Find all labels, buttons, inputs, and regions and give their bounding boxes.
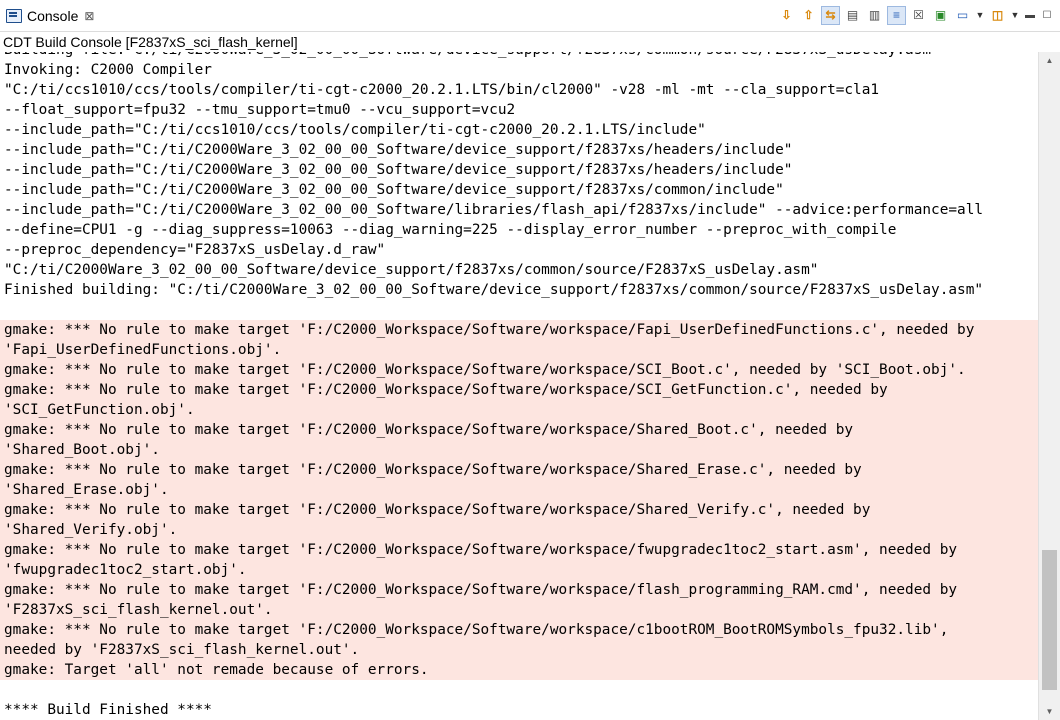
error-line: gmake: *** No rule to make target 'F:/C2… (0, 580, 1038, 600)
new-console-icon[interactable]: ◫ (988, 6, 1007, 25)
minimize-icon[interactable]: ▬ (1023, 6, 1037, 25)
console-view-header: Console ⊠ ⇩ ⇧ ⇆ ▤ ▥ ≡ ☒ ▣ ▭ ▼ ◫ ▼ ▬ ☐ (0, 0, 1060, 32)
output-line: --include_path="C:/ti/C2000Ware_3_02_00_… (4, 162, 793, 178)
output-line: Building file: C:/ti/C2000Ware_3_02_00_0… (0, 52, 1038, 60)
vertical-scrollbar[interactable]: ▲ ▼ (1038, 52, 1060, 720)
output-line: Invoking: C2000 Compiler (4, 62, 212, 78)
error-line: gmake: *** No rule to make target 'F:/C2… (0, 500, 1038, 520)
error-line: needed by 'F2837xS_sci_flash_kernel.out'… (0, 640, 1038, 660)
scroll-lock-icon[interactable]: ▥ (865, 6, 884, 25)
console-toolbar: ⇩ ⇧ ⇆ ▤ ▥ ≡ ☒ ▣ ▭ ▼ ◫ ▼ ▬ ☐ (777, 4, 1054, 26)
error-line: gmake: *** No rule to make target 'F:/C2… (0, 420, 1038, 440)
output-line: --float_support=fpu32 --tmu_support=tmu0… (4, 102, 516, 118)
tab-console-label: Console (27, 7, 79, 24)
error-line: 'F2837xS_sci_flash_kernel.out'. (0, 600, 1038, 620)
close-icon[interactable]: ⊠ (84, 9, 94, 23)
output-line: --include_path="C:/ti/C2000Ware_3_02_00_… (4, 142, 793, 158)
arrow-up-icon[interactable]: ⇧ (799, 6, 818, 25)
error-line: 'Fapi_UserDefinedFunctions.obj'. (0, 340, 1038, 360)
console-title: CDT Build Console [F2837xS_sci_flash_ker… (3, 34, 298, 50)
error-line: 'Shared_Verify.obj'. (0, 520, 1038, 540)
error-line: 'fwupgradec1toc2_start.obj'. (0, 560, 1038, 580)
error-line: gmake: *** No rule to make target 'F:/C2… (0, 540, 1038, 560)
output-line: "C:/ti/C2000Ware_3_02_00_00_Software/dev… (4, 262, 819, 278)
pin-console-icon[interactable]: ▣ (931, 6, 950, 25)
arrow-down-icon[interactable]: ⇩ (777, 6, 796, 25)
output-line: --preproc_dependency="F2837xS_usDelay.d_… (4, 242, 386, 258)
error-line: gmake: *** No rule to make target 'F:/C2… (0, 460, 1038, 480)
error-line: gmake: *** No rule to make target 'F:/C2… (0, 360, 1038, 380)
error-line: 'Shared_Boot.obj'. (0, 440, 1038, 460)
console-icon (6, 8, 22, 23)
console-output[interactable]: Building file: C:/ti/C2000Ware_3_02_00_0… (0, 52, 1038, 720)
chevron-down-icon[interactable]: ▼ (975, 6, 985, 25)
error-line: gmake: *** No rule to make target 'F:/C2… (0, 380, 1038, 400)
error-line: gmake: Target 'all' not remade because o… (0, 660, 1038, 680)
scroll-down-icon[interactable]: ▼ (1039, 703, 1060, 720)
maximize-icon[interactable]: ☐ (1040, 6, 1054, 25)
output-line: --include_path="C:/ti/C2000Ware_3_02_00_… (4, 182, 784, 198)
output-line: Finished building: "C:/ti/C2000Ware_3_02… (4, 282, 984, 298)
output-line: --include_path="C:/ti/ccs1010/ccs/tools/… (4, 122, 706, 138)
scroll-up-icon[interactable]: ▲ (1039, 52, 1060, 69)
output-line: **** Build Finished **** (4, 702, 212, 718)
error-line: 'Shared_Erase.obj'. (0, 480, 1038, 500)
output-line: --include_path="C:/ti/C2000Ware_3_02_00_… (4, 202, 984, 218)
chevron-down-icon[interactable]: ▼ (1010, 6, 1020, 25)
output-line: "C:/ti/ccs1010/ccs/tools/compiler/ti-cgt… (4, 82, 880, 98)
error-line: 'SCI_GetFunction.obj'. (0, 400, 1038, 420)
output-line: --define=CPU1 -g --diag_suppress=10063 -… (4, 222, 897, 238)
word-wrap-icon[interactable]: ≡ (887, 5, 906, 25)
tab-console[interactable]: Console ⊠ (0, 0, 100, 31)
remove-console-icon[interactable]: ☒ (909, 6, 928, 25)
error-line: gmake: *** No rule to make target 'F:/C2… (0, 620, 1038, 640)
clear-console-icon[interactable]: ▤ (843, 6, 862, 25)
link-icon[interactable]: ⇆ (821, 5, 840, 25)
display-console-icon[interactable]: ▭ (953, 6, 972, 25)
scrollbar-thumb[interactable] (1042, 550, 1057, 690)
error-line: gmake: *** No rule to make target 'F:/C2… (0, 320, 1038, 340)
